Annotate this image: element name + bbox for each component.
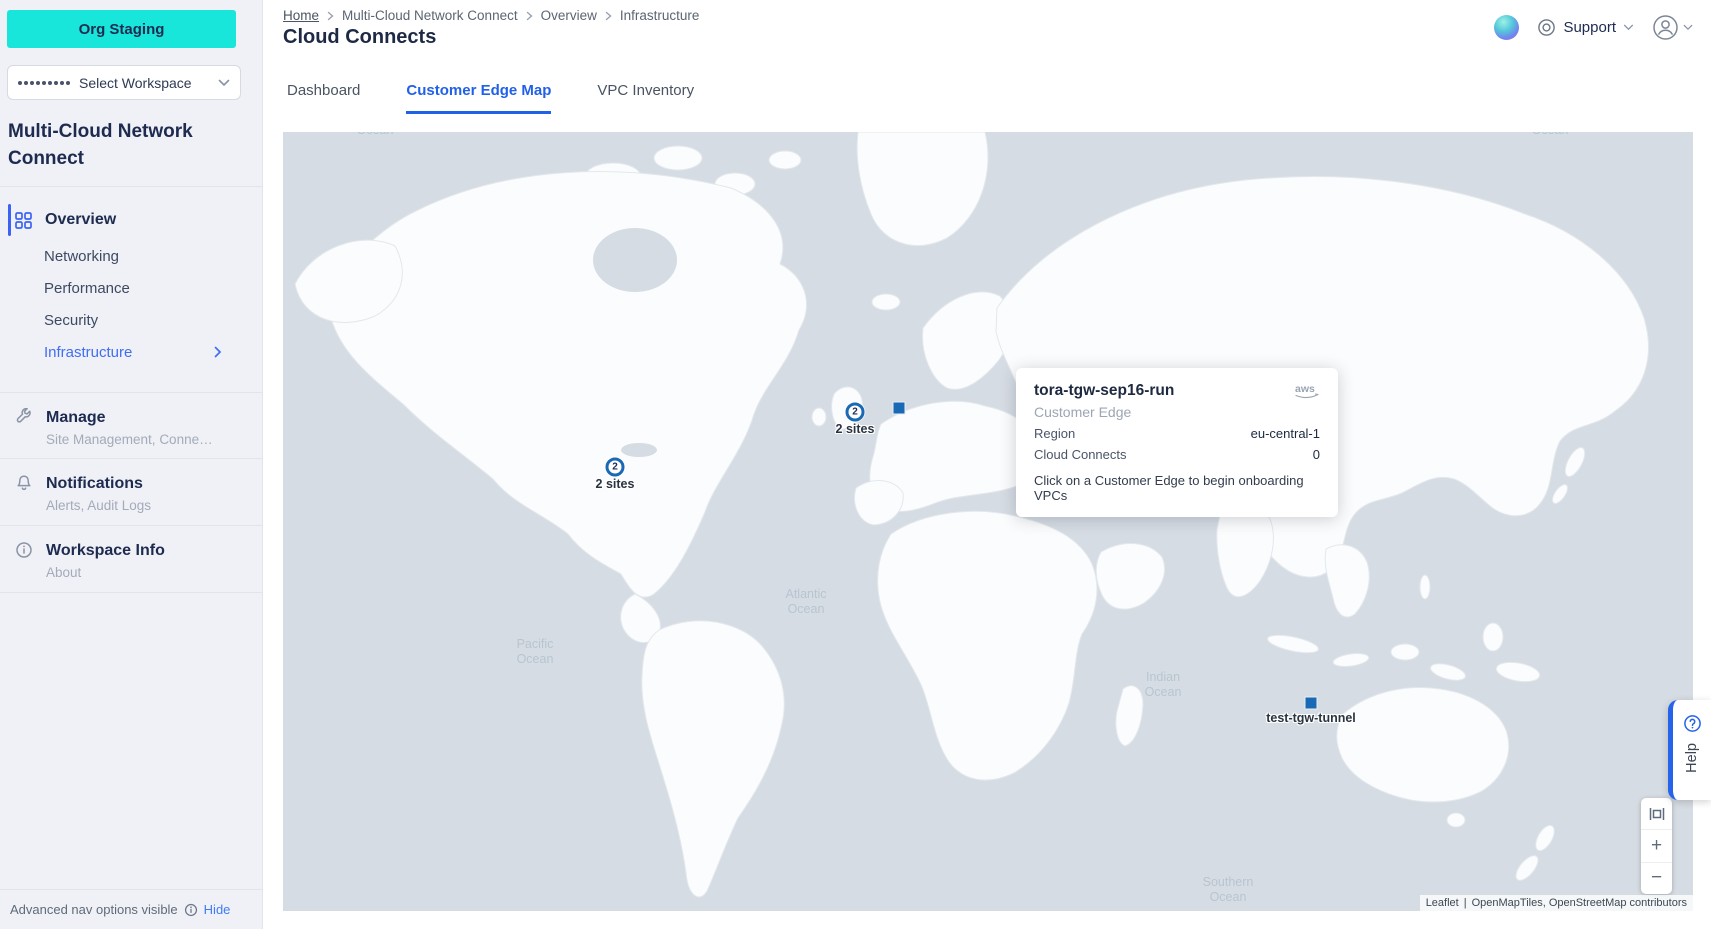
world-map-tiles — [283, 132, 1693, 911]
sidebar-item-networking-label: Networking — [44, 248, 119, 265]
map-attribution: Leaflet | OpenMapTiles, OpenStreetMap co… — [1420, 895, 1693, 911]
customer-edge-marker[interactable] — [893, 402, 906, 415]
user-menu[interactable] — [1652, 14, 1693, 41]
avatar-icon — [1652, 14, 1679, 41]
info-icon — [15, 541, 33, 559]
support-label: Support — [1563, 19, 1616, 36]
sidebar-item-overview-label: Overview — [45, 211, 116, 229]
popup-region-label: Region — [1034, 426, 1075, 441]
bell-icon — [15, 474, 33, 492]
sidebar-item-manage[interactable]: Manage Site Management, Conne… — [0, 392, 263, 458]
info-icon — [184, 903, 198, 917]
sidebar-item-notifications[interactable]: Notifications Alerts, Audit Logs — [0, 458, 263, 525]
app-root: Org Staging Select Workspace Multi-Cloud… — [0, 0, 1711, 929]
workspace-selector[interactable]: Select Workspace — [7, 65, 241, 100]
attribution-separator: | — [1464, 897, 1467, 909]
hide-nav-link[interactable]: Hide — [204, 902, 231, 917]
chevron-down-icon — [1623, 24, 1634, 31]
help-tab[interactable]: Help — [1668, 700, 1711, 800]
wrench-icon — [15, 408, 33, 426]
breadcrumb: Home Multi-Cloud Network Connect Overvie… — [283, 8, 699, 23]
overview-grid-icon — [15, 212, 32, 229]
attribution-credits[interactable]: OpenMapTiles, OpenStreetMap contributors — [1472, 897, 1687, 909]
popup-connects-value: 0 — [1313, 447, 1320, 462]
popup-title: tora-tgw-sep16-run — [1034, 382, 1174, 400]
page-title: Cloud Connects — [283, 26, 436, 49]
customer-edge-marker[interactable] — [1305, 697, 1318, 710]
sidebar-app-title: Multi-Cloud Network Connect — [8, 118, 238, 172]
header-actions: Support — [1494, 14, 1693, 41]
tab-customer-edge-map[interactable]: Customer Edge Map — [406, 82, 551, 114]
sidebar-item-manage-sublabel: Site Management, Conne… — [46, 432, 213, 447]
workspace-grid-icon — [18, 81, 70, 85]
popup-hint-text: Click on a Customer Edge to begin onboar… — [1034, 473, 1320, 503]
site-cluster-marker[interactable]: 2 — [846, 403, 865, 422]
sidebar-item-notifications-sublabel: Alerts, Audit Logs — [46, 498, 151, 513]
sidebar-item-overview[interactable]: Overview — [0, 200, 263, 240]
sidebar: Org Staging Select Workspace Multi-Cloud… — [0, 0, 263, 929]
popup-subtitle: Customer Edge — [1034, 404, 1320, 420]
sidebar-item-workspace-info-sublabel: About — [46, 565, 165, 580]
sidebar-item-workspace-info[interactable]: Workspace Info About — [0, 525, 263, 592]
breadcrumb-mcnc[interactable]: Multi-Cloud Network Connect — [342, 8, 518, 23]
map-controls: + − — [1641, 798, 1672, 894]
tab-vpc-inventory[interactable]: VPC Inventory — [597, 82, 694, 114]
sidebar-item-manage-label: Manage — [46, 408, 213, 428]
leaflet-link[interactable]: Leaflet — [1426, 897, 1459, 909]
fit-bounds-button[interactable] — [1641, 798, 1672, 830]
sidebar-item-workspace-info-label: Workspace Info — [46, 541, 165, 561]
breadcrumb-separator-icon — [605, 11, 612, 21]
sidebar-divider — [0, 592, 263, 593]
zoom-out-button[interactable]: − — [1641, 863, 1672, 894]
workspace-selector-label: Select Workspace — [79, 75, 209, 91]
breadcrumb-separator-icon — [526, 11, 533, 21]
customer-edge-popup: tora-tgw-sep16-run aws Customer Edge Reg… — [1016, 368, 1338, 517]
svg-text:aws: aws — [1295, 383, 1315, 395]
tab-dashboard[interactable]: Dashboard — [287, 82, 360, 114]
popup-connects-row: Cloud Connects 0 — [1034, 447, 1320, 462]
site-cluster-marker[interactable]: 2 — [606, 458, 625, 477]
sidebar-item-performance[interactable]: Performance — [44, 272, 244, 304]
chevron-down-icon — [218, 79, 230, 87]
sidebar-item-networking[interactable]: Networking — [44, 240, 244, 272]
lifebuoy-icon — [1537, 18, 1556, 37]
help-question-icon — [1683, 714, 1702, 733]
breadcrumb-overview[interactable]: Overview — [541, 8, 597, 23]
breadcrumb-infrastructure[interactable]: Infrastructure — [620, 8, 700, 23]
sidebar-item-infrastructure[interactable]: Infrastructure — [44, 336, 244, 368]
sidebar-item-infrastructure-label: Infrastructure — [44, 344, 132, 361]
zoom-in-button[interactable]: + — [1641, 830, 1672, 862]
aws-logo-icon: aws — [1294, 382, 1320, 400]
brand-sphere-logo — [1494, 15, 1519, 40]
tab-bar: Dashboard Customer Edge Map VPC Inventor… — [287, 82, 694, 114]
sidebar-footer: Advanced nav options visible Hide — [0, 889, 263, 929]
breadcrumb-home[interactable]: Home — [283, 8, 319, 23]
popup-region-value: eu-central-1 — [1251, 426, 1320, 441]
sidebar-item-security[interactable]: Security — [44, 304, 244, 336]
world-map[interactable]: Ocean Ocean Atlantic Ocean Pacific Ocean… — [283, 132, 1693, 911]
breadcrumb-separator-icon — [327, 11, 334, 21]
chevron-right-icon — [214, 346, 222, 358]
sidebar-item-notifications-label: Notifications — [46, 474, 151, 494]
chevron-down-icon — [1683, 24, 1693, 31]
popup-connects-label: Cloud Connects — [1034, 447, 1127, 462]
sidebar-divider — [0, 186, 263, 187]
sidebar-item-security-label: Security — [44, 312, 98, 329]
org-staging-button[interactable]: Org Staging — [7, 10, 236, 48]
advanced-nav-text: Advanced nav options visible — [10, 902, 178, 917]
sidebar-item-performance-label: Performance — [44, 280, 130, 297]
support-menu[interactable]: Support — [1537, 18, 1634, 37]
popup-region-row: Region eu-central-1 — [1034, 426, 1320, 441]
help-tab-label: Help — [1684, 743, 1700, 773]
